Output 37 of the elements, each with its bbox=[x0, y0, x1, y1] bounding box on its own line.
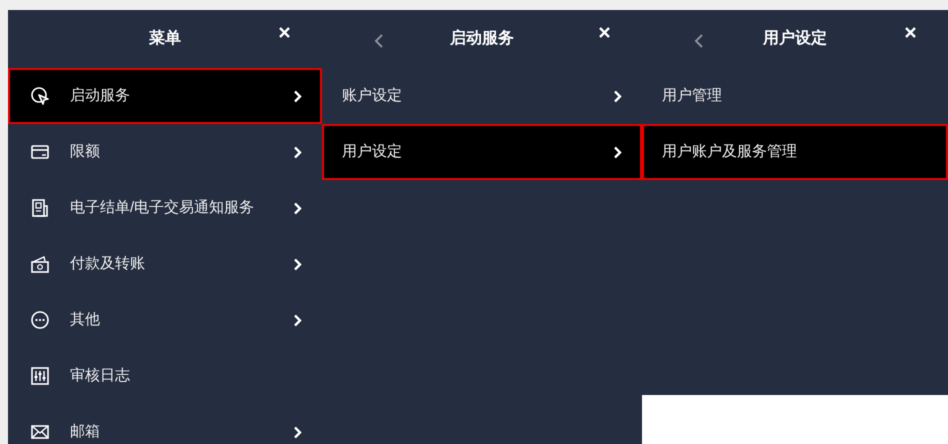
menu-item[interactable]: 限额 bbox=[8, 124, 322, 180]
close-icon[interactable] bbox=[905, 27, 916, 38]
item-label: 其他 bbox=[70, 310, 101, 330]
sliders-icon bbox=[30, 366, 50, 386]
document-icon bbox=[30, 198, 50, 218]
menu-item[interactable]: 电子结单/电子交易通知服务 bbox=[8, 180, 322, 236]
back-icon[interactable] bbox=[374, 34, 384, 48]
menu-item[interactable]: 用户设定 bbox=[322, 124, 642, 180]
item-label: 账户设定 bbox=[342, 86, 403, 106]
panel-title: 用户设定 bbox=[763, 28, 827, 49]
menu-item[interactable]: 审核日志 bbox=[8, 348, 322, 404]
card-icon bbox=[30, 142, 50, 162]
banknote-icon bbox=[30, 254, 50, 274]
item-label: 电子结单/电子交易通知服务 bbox=[70, 198, 256, 218]
ellipsis-icon bbox=[30, 310, 50, 330]
close-icon[interactable] bbox=[279, 27, 290, 38]
item-label: 用户管理 bbox=[662, 86, 723, 106]
panel-title: 菜单 bbox=[149, 28, 181, 49]
item-label: 用户账户及服务管理 bbox=[662, 142, 798, 162]
menu-item[interactable]: 其他 bbox=[8, 292, 322, 348]
item-label: 用户设定 bbox=[342, 142, 403, 162]
menu-item[interactable]: 用户账户及服务管理 bbox=[642, 124, 948, 180]
item-label: 审核日志 bbox=[70, 366, 131, 386]
menu-item[interactable]: 启动服务 bbox=[8, 68, 322, 124]
envelope-icon bbox=[30, 422, 50, 442]
menu-item[interactable]: 付款及转账 bbox=[8, 236, 322, 292]
item-label: 付款及转账 bbox=[70, 254, 146, 274]
item-label: 限额 bbox=[70, 142, 101, 162]
panel-title: 启动服务 bbox=[450, 28, 514, 49]
menu-item[interactable]: 邮箱 bbox=[8, 404, 322, 444]
menu-item[interactable]: 账户设定 bbox=[322, 68, 642, 124]
menu-item[interactable]: 用户管理 bbox=[642, 68, 948, 124]
cursor-icon bbox=[30, 86, 50, 106]
item-label: 邮箱 bbox=[70, 422, 101, 442]
back-icon[interactable] bbox=[694, 34, 704, 48]
item-label: 启动服务 bbox=[70, 86, 131, 106]
close-icon[interactable] bbox=[599, 27, 610, 38]
